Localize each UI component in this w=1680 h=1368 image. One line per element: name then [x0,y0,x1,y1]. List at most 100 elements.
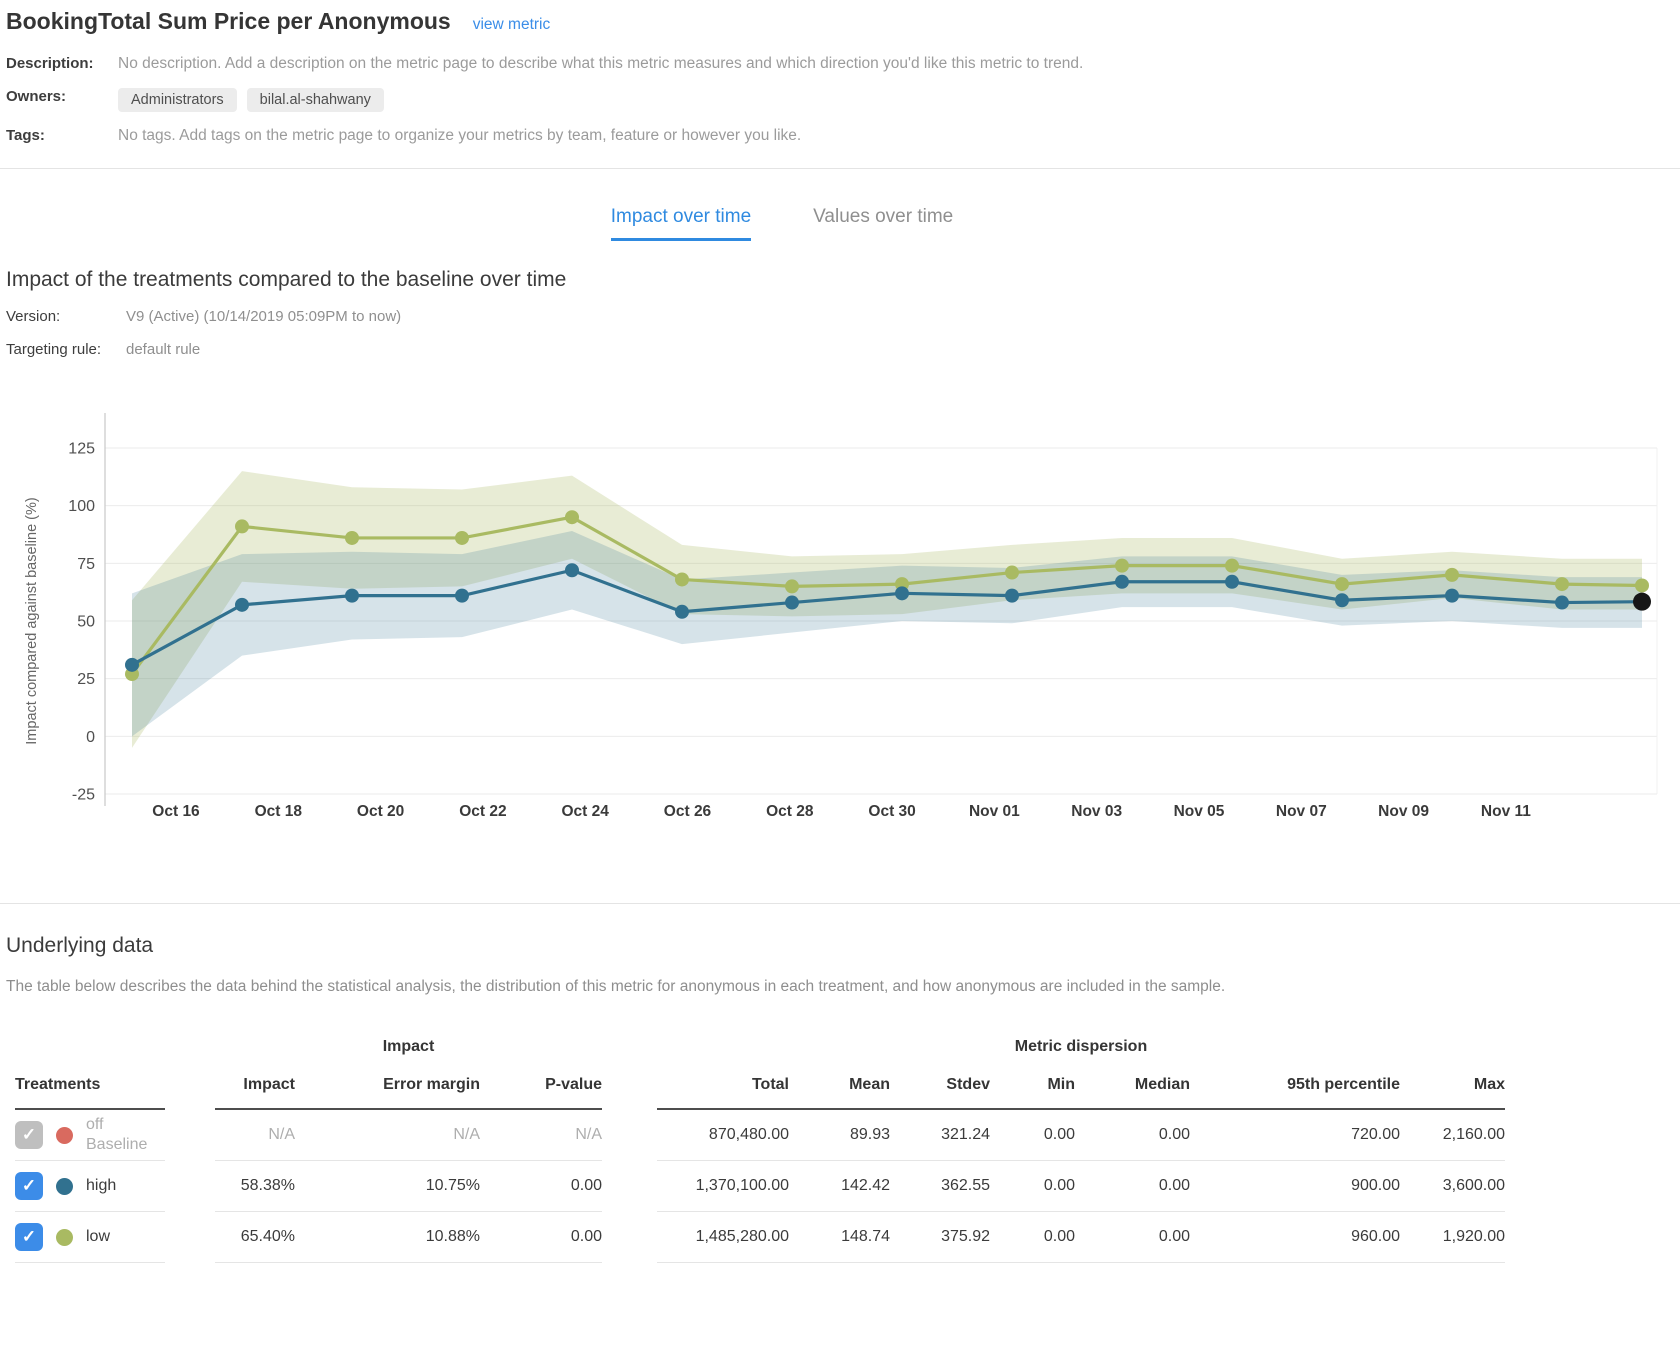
owners-label: Owners: [6,88,118,105]
targeting-rule-row: Targeting rule: default rule [0,341,1680,358]
data-point-high [1225,575,1239,589]
column-header: Max [1400,1072,1505,1110]
data-point-low [1115,559,1129,573]
tab-impact-over-time[interactable]: Impact over time [611,206,751,241]
y-tick-label: 25 [77,671,95,688]
column-header: Mean [789,1072,890,1110]
table-cell: 1,370,100.00 [657,1161,789,1212]
y-tick-label: 75 [77,556,95,573]
x-tick-label: Oct 26 [664,803,712,820]
x-tick-label: Nov 07 [1276,803,1327,820]
data-point-high [785,596,799,610]
column-header: Stdev [890,1072,990,1110]
version-label: Version: [6,308,126,325]
data-point-low [1555,577,1569,591]
underlying-data-description: The table below describes the data behin… [0,978,1680,996]
impact-group-header: Impact [215,1038,602,1072]
y-tick-label: 0 [86,729,95,746]
table-cell: 1,920.00 [1400,1212,1505,1263]
table-cell: 3,600.00 [1400,1161,1505,1212]
table-cell: 1,485,280.00 [657,1212,789,1263]
page-title: BookingTotal Sum Price per Anonymous [6,8,451,35]
table-cell: 900.00 [1190,1161,1400,1212]
table-cell: 321.24 [890,1110,990,1161]
x-tick-label: Oct 16 [152,803,200,820]
description-row: Description: No description. Add a descr… [6,55,1670,73]
x-tick-label: Nov 01 [969,803,1020,820]
targeting-rule-value: default rule [126,341,200,358]
data-point-high [1445,589,1459,603]
tags-value: No tags. Add tags on the metric page to … [118,127,801,145]
page-header: BookingTotal Sum Price per Anonymous vie… [0,0,1680,35]
metric-meta: Description: No description. Add a descr… [0,55,1680,145]
data-point-high [1005,589,1019,603]
table-cell: 375.92 [890,1212,990,1263]
treatment-row-low: ✓low [15,1212,165,1263]
tab-values-over-time[interactable]: Values over time [813,206,953,241]
targeting-rule-label: Targeting rule: [6,341,126,358]
x-tick-label: Oct 28 [766,803,814,820]
table-cell: 58.38% [215,1161,295,1212]
data-point-low [345,531,359,545]
column-header: Median [1075,1072,1190,1110]
y-axis-title: Impact compared against baseline (%) [24,497,40,744]
table-cell: 0.00 [990,1212,1075,1263]
version-row: Version: V9 (Active) (10/14/2019 05:09PM… [0,308,1680,325]
owner-chip: bilal.al-shahwany [247,88,384,112]
column-header: 95th percentile [1190,1072,1400,1110]
table-cell: 89.93 [789,1110,890,1161]
x-tick-label: Oct 30 [868,803,915,820]
data-point-high [1335,593,1349,607]
chart-table-divider [0,903,1680,904]
data-point-high [125,658,139,672]
owner-chip: Administrators [118,88,237,112]
latest-point [1633,593,1651,611]
table-cell: 65.40% [215,1212,295,1263]
table-cell: 720.00 [1190,1110,1400,1161]
y-tick-label: 125 [68,441,95,458]
treatment-label: offBaseline [86,1115,147,1155]
version-value: V9 (Active) (10/14/2019 05:09PM to now) [126,308,401,325]
underlying-data-title: Underlying data [0,934,1680,958]
data-point-low [1005,566,1019,580]
owner-chips: Administrators bilal.al-shahwany [118,88,384,112]
y-tick-label: 50 [77,614,95,631]
column-header: Impact [215,1072,295,1110]
x-tick-label: Oct 18 [255,803,303,820]
x-tick-label: Nov 03 [1071,803,1122,820]
treatment-label: high [86,1176,116,1196]
table-cell: N/A [295,1110,480,1161]
x-tick-label: Nov 05 [1174,803,1225,820]
treatment-row-off: ✓ offBaseline [15,1110,165,1161]
treatment-checkbox[interactable]: ✓ [15,1121,43,1149]
data-point-high [675,605,689,619]
table-cell: 960.00 [1190,1212,1400,1263]
table-cell: 362.55 [890,1161,990,1212]
column-header: Error margin [295,1072,480,1110]
data-point-high [345,589,359,603]
treatment-checkbox[interactable]: ✓ [15,1223,43,1251]
x-tick-label: Nov 09 [1378,803,1429,820]
x-tick-label: Nov 11 [1481,803,1531,820]
treatment-row-high: ✓ high [15,1161,165,1212]
data-point-low [1225,559,1239,573]
table-cell: 0.00 [480,1161,602,1212]
data-point-low [675,572,689,586]
table-cell: 142.42 [789,1161,890,1212]
section-divider [0,168,1680,169]
table-cell: 0.00 [1075,1161,1190,1212]
treatments-column-header: Treatments [15,1072,165,1110]
treatment-checkbox[interactable]: ✓ [15,1172,43,1200]
tags-label: Tags: [6,127,118,144]
table-cell: 0.00 [1075,1110,1190,1161]
data-point-low [1635,578,1649,592]
dispersion-group-header: Metric dispersion [657,1038,1505,1072]
x-tick-label: Oct 24 [562,803,610,820]
treatment-color-dot [56,1178,73,1195]
data-point-low [1335,577,1349,591]
column-header: Min [990,1072,1075,1110]
table-cell: 0.00 [990,1110,1075,1161]
table-cell: 10.88% [295,1212,480,1263]
view-metric-link[interactable]: view metric [473,16,551,34]
x-tick-label: Oct 20 [357,803,404,820]
